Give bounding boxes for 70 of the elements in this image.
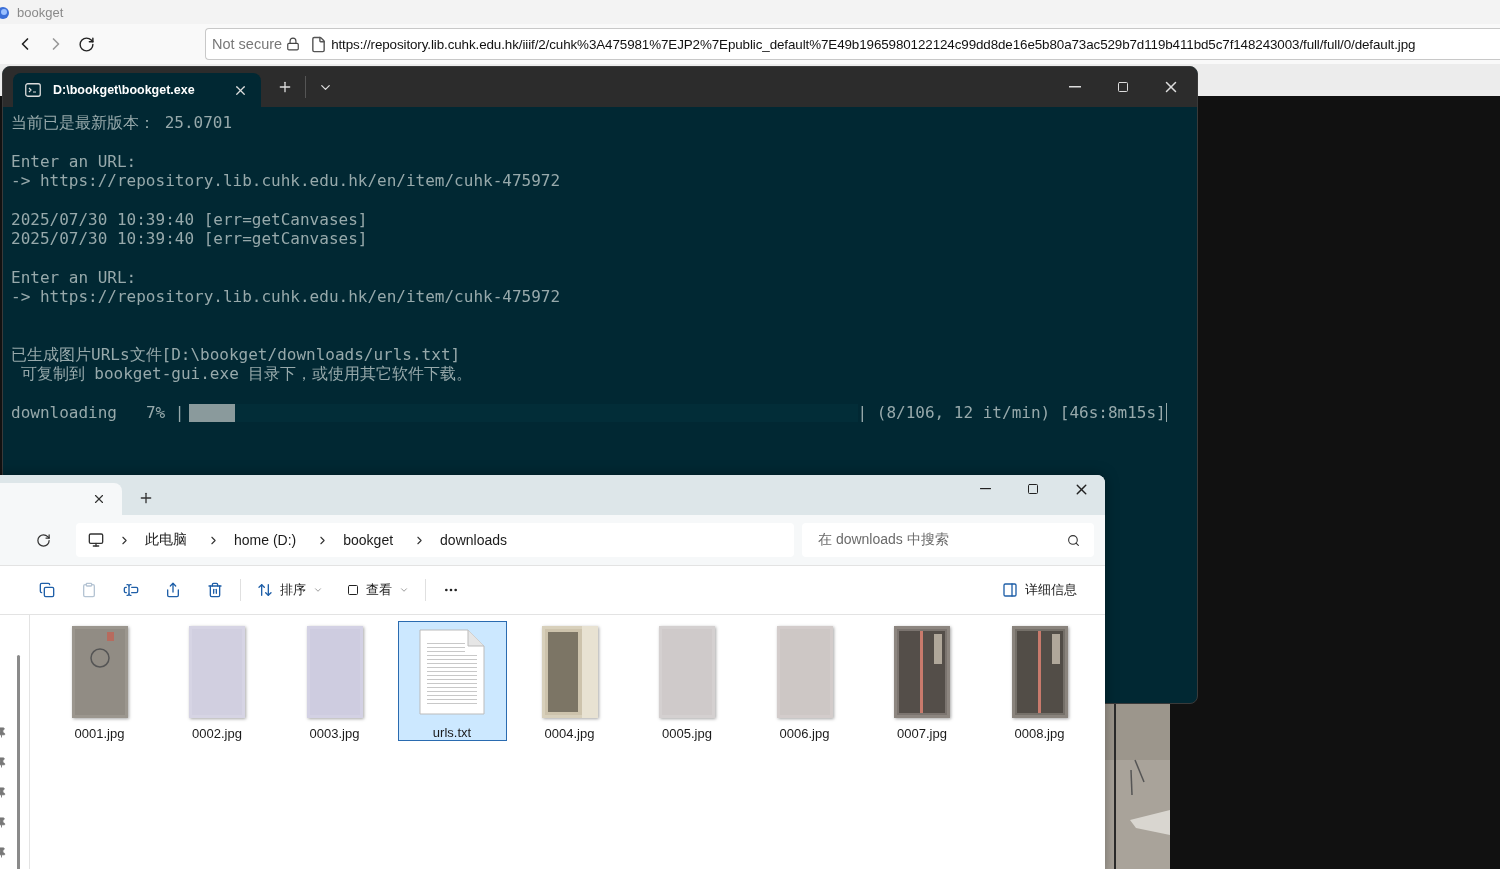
file-item[interactable]: 0004.jpg bbox=[515, 621, 624, 741]
file-item[interactable]: 0006.jpg bbox=[750, 621, 859, 741]
terminal-line: Enter an URL: bbox=[11, 151, 137, 172]
text-cursor bbox=[1165, 403, 1168, 423]
file-name: 0001.jpg bbox=[74, 726, 125, 741]
browser-logo-icon bbox=[0, 4, 11, 20]
delete-icon bbox=[207, 582, 223, 598]
chevron-down-icon bbox=[313, 585, 323, 595]
details-button[interactable]: 详细信息 bbox=[996, 580, 1083, 600]
terminal-line: -> https://repository.lib.cuhk.edu.hk/en/item/cuhk-475972 bbox=[11, 171, 561, 191]
view-button[interactable]: 查看 bbox=[335, 573, 421, 607]
file-item[interactable]: 0003.jpg bbox=[280, 621, 389, 741]
file-item[interactable]: 0005.jpg bbox=[632, 621, 742, 741]
chevron-down-icon bbox=[399, 585, 409, 595]
file-item[interactable]: 0007.jpg bbox=[867, 621, 977, 741]
terminal-line: 2025/07/30 10:39:40 [err=getCanvases] bbox=[11, 209, 368, 230]
rename-icon bbox=[123, 582, 139, 598]
address-bar[interactable]: Not secure https://repository.lib.cuhk.edu.hk/iiif/2/cuhk%3A475981%7EJP2%7Epublic_default%7E49b1965980122124c99dd8de16e5b80a73ac529b7d119b411bd5c7f148243003/full/full/0/default.jpg bbox=[205, 28, 1500, 60]
breadcrumb[interactable]: 此电脑 bbox=[145, 531, 187, 549]
sort-button[interactable]: 排序 bbox=[245, 573, 335, 607]
terminal-line: Enter an URL: bbox=[11, 267, 137, 288]
maximize-icon bbox=[1117, 81, 1129, 93]
terminal-line: -> https://repository.lib.cuhk.edu.hk/en/item/cuhk-475972 bbox=[11, 287, 561, 307]
breadcrumb[interactable]: home (D:) bbox=[234, 532, 297, 548]
file-name: 0007.jpg bbox=[897, 726, 947, 741]
copy-icon bbox=[39, 582, 55, 598]
file-name: 0008.jpg bbox=[1014, 726, 1065, 741]
file-item[interactable]: 0001.jpg bbox=[45, 621, 154, 741]
window-title: bookget bbox=[17, 4, 64, 20]
refresh-icon bbox=[35, 532, 51, 548]
page-icon bbox=[310, 35, 328, 53]
plus-icon bbox=[138, 490, 154, 506]
view-icon bbox=[347, 584, 359, 596]
terminal-line: 2025/07/30 10:39:40 [err=getCanvases] bbox=[11, 229, 368, 249]
file-name: urls.txt bbox=[432, 725, 472, 740]
lock-icon bbox=[286, 37, 301, 51]
sort-icon bbox=[257, 582, 273, 598]
minimize-icon bbox=[979, 488, 991, 490]
progress-label: downloading bbox=[11, 403, 117, 423]
text-file-icon bbox=[419, 628, 485, 715]
address-bar[interactable]: 此电脑 home (D:) bookget downloads bbox=[76, 523, 794, 557]
plus-icon bbox=[277, 79, 293, 95]
progress-stats: | (8/106, 12 it/min) [46s:8m15s] bbox=[857, 403, 1166, 423]
terminal-tab[interactable]: D:\bookget\bookget.exe bbox=[13, 73, 261, 107]
file-name: 0005.jpg bbox=[662, 726, 712, 741]
file-item[interactable]: 0008.jpg bbox=[985, 621, 1094, 741]
maximize-icon bbox=[1027, 483, 1039, 495]
share-icon bbox=[165, 582, 181, 598]
breadcrumb[interactable]: bookget bbox=[343, 532, 394, 548]
paste-icon bbox=[81, 582, 97, 598]
reload-icon bbox=[78, 35, 95, 53]
tab-title: D:\bookget\bookget.exe bbox=[53, 83, 196, 97]
console-icon bbox=[25, 83, 41, 97]
minimize-icon bbox=[1069, 86, 1081, 88]
file-name: 0002.jpg bbox=[192, 726, 242, 741]
search-icon bbox=[1067, 533, 1080, 547]
computer-icon bbox=[88, 532, 104, 548]
details-pane-icon bbox=[1002, 582, 1018, 598]
file-item[interactable]: urls.txt bbox=[397, 621, 507, 741]
file-name: 0004.jpg bbox=[544, 726, 595, 741]
terminal-line: 已生成图片URLs文件[D:\bookget/downloads/urls.txt] bbox=[11, 345, 461, 365]
progress-percent: 7% | bbox=[145, 403, 185, 423]
search-field[interactable]: 在 downloads 中搜索 bbox=[802, 523, 1094, 557]
file-name: 0003.jpg bbox=[309, 726, 360, 741]
terminal-line: 当前已是最新版本： 25.0701 bbox=[11, 113, 233, 133]
breadcrumb[interactable]: downloads bbox=[440, 532, 507, 548]
file-name: 0006.jpg bbox=[779, 726, 830, 741]
close-icon bbox=[92, 492, 106, 506]
terminal-line: 可复制到 bookget-gui.exe 目录下，或使用其它软件下载。 bbox=[19, 364, 473, 384]
file-item[interactable]: 0002.jpg bbox=[162, 621, 272, 741]
